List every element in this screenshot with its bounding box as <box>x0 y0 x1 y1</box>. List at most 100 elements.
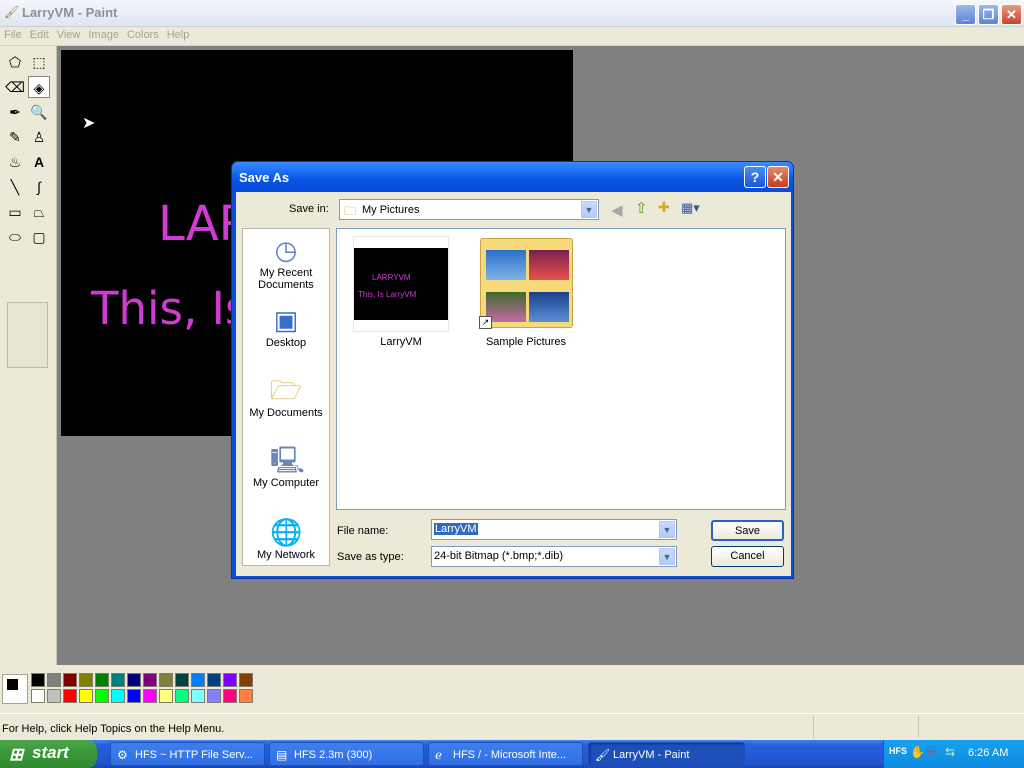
rounded-rect-icon[interactable]: ▢ <box>28 226 50 248</box>
network-tray-icon[interactable]: ⇆ <box>945 745 955 759</box>
save-in-value: My Pictures <box>362 204 420 216</box>
shortcut-arrow-icon: ↗ <box>479 316 492 329</box>
palette-swatch[interactable] <box>127 673 141 687</box>
palette-swatch[interactable] <box>207 689 221 703</box>
folder-thumbnail: ↗ <box>478 236 574 332</box>
palette-swatch[interactable] <box>159 689 173 703</box>
task-hfs-version[interactable]: ▤ HFS 2.3m (300) <box>269 742 424 766</box>
palette-swatch[interactable] <box>175 689 189 703</box>
chevron-down-icon[interactable]: ▼ <box>659 521 675 538</box>
system-tray: HFS ✋ ⛨ ⇆ 6:26 AM <box>883 740 1024 768</box>
hfs-icon: ⚙ <box>117 748 128 762</box>
palette-swatch[interactable] <box>127 689 141 703</box>
place-my-network[interactable]: 🌐 My Network <box>243 517 329 561</box>
rectangle-icon[interactable]: ▭ <box>4 201 26 223</box>
magnifier-icon[interactable]: 🔍 <box>28 101 50 123</box>
help-button[interactable]: ? <box>744 166 766 188</box>
thumbnail-image: LARRYVM This, Is LarryVM <box>354 248 448 320</box>
color-picker-icon[interactable]: ✒ <box>4 101 26 123</box>
save-button[interactable]: Save <box>711 520 784 541</box>
close-button[interactable]: ✕ <box>1001 4 1022 25</box>
palette-swatch[interactable] <box>143 689 157 703</box>
palette-swatch[interactable] <box>47 689 61 703</box>
rect-select-icon[interactable]: ⬚ <box>28 51 50 73</box>
palette-swatch[interactable] <box>95 673 109 687</box>
file-name-label: File name: <box>337 525 389 537</box>
palette-swatch[interactable] <box>207 673 221 687</box>
file-name-input[interactable]: LarryVM ▼ <box>431 519 677 540</box>
chevron-down-icon[interactable]: ▼ <box>581 201 597 218</box>
minimize-button[interactable]: _ <box>955 4 976 25</box>
back-icon[interactable]: ◀ <box>611 201 623 219</box>
place-label: My Recent Documents <box>258 267 314 291</box>
views-menu-icon[interactable]: ▦▾ <box>681 200 700 216</box>
chevron-down-icon[interactable]: ▼ <box>659 548 675 565</box>
palette-swatch[interactable] <box>95 689 109 703</box>
menu-edit[interactable]: Edit <box>26 27 53 43</box>
brush-icon[interactable]: ♙ <box>28 126 50 148</box>
polygon-icon[interactable]: ⏢ <box>28 201 50 223</box>
tool-options-box[interactable] <box>7 302 48 368</box>
palette-swatch[interactable] <box>111 689 125 703</box>
palette-swatch[interactable] <box>239 689 253 703</box>
security-shield-icon[interactable]: ⛨ <box>927 745 936 760</box>
task-label: LarryVM - Paint <box>613 749 690 761</box>
line-icon[interactable]: ╲ <box>4 176 26 198</box>
task-hfs-server[interactable]: ⚙ HFS ~ HTTP File Serv... <box>110 742 265 766</box>
place-my-documents[interactable]: 🗁 My Documents <box>243 375 329 419</box>
file-item-larryvm[interactable]: LARRYVM This, Is LarryVM LarryVM <box>351 236 451 348</box>
palette-swatch[interactable] <box>63 689 77 703</box>
palette-swatch[interactable] <box>47 673 61 687</box>
start-button[interactable]: ⊞ start <box>0 740 97 768</box>
pencil-icon[interactable]: ✎ <box>4 126 26 148</box>
palette-swatch[interactable] <box>159 673 173 687</box>
palette-swatch[interactable] <box>79 689 93 703</box>
palette-swatch[interactable] <box>143 673 157 687</box>
free-select-icon[interactable]: ⬠ <box>4 51 26 73</box>
airbrush-icon[interactable]: ♨ <box>4 151 26 173</box>
palette-swatch[interactable] <box>31 689 45 703</box>
curve-icon[interactable]: ∫ <box>28 176 50 198</box>
hfs-tray-icon[interactable]: HFS <box>889 746 907 756</box>
status-text: For Help, click Help Topics on the Help … <box>2 723 225 735</box>
fill-bucket-icon[interactable]: ◈ <box>28 76 50 98</box>
up-folder-icon[interactable]: ⇧ <box>635 199 648 217</box>
restore-button[interactable]: ❐ <box>978 4 999 25</box>
place-desktop[interactable]: ▣ Desktop <box>243 305 329 349</box>
save-in-select[interactable]: 🗀 My Pictures ▼ <box>339 199 599 220</box>
file-item-sample-pictures[interactable]: ↗ Sample Pictures <box>476 236 576 348</box>
task-internet-explorer[interactable]: ℯ HFS / - Microsoft Inte... <box>428 742 583 766</box>
menu-view[interactable]: View <box>53 27 85 43</box>
current-colors[interactable] <box>2 674 28 704</box>
computer-icon: 🖳 <box>270 445 305 475</box>
palette-swatch[interactable] <box>63 673 77 687</box>
tray-app-icon[interactable]: ✋ <box>910 745 925 759</box>
palette-swatch[interactable] <box>223 673 237 687</box>
palette-swatch[interactable] <box>239 673 253 687</box>
palette-swatch[interactable] <box>111 673 125 687</box>
ellipse-icon[interactable]: ⬭ <box>4 226 26 248</box>
save-type-select[interactable]: 24-bit Bitmap (*.bmp;*.dib) ▼ <box>431 546 677 567</box>
task-paint[interactable]: 🖌 LarryVM - Paint <box>588 742 745 766</box>
new-folder-icon[interactable]: ✚ <box>658 199 670 216</box>
palette-swatch[interactable] <box>31 673 45 687</box>
text-tool-icon[interactable]: A <box>28 151 50 173</box>
palette-swatch[interactable] <box>191 673 205 687</box>
menu-colors[interactable]: Colors <box>123 27 163 43</box>
mouse-pointer-icon: ➤ <box>82 115 96 132</box>
palette-swatch[interactable] <box>223 689 237 703</box>
menu-help[interactable]: Help <box>163 27 194 43</box>
task-label: HFS ~ HTTP File Serv... <box>135 749 253 761</box>
dialog-close-button[interactable]: ✕ <box>767 166 789 188</box>
cancel-button[interactable]: Cancel <box>711 546 784 567</box>
eraser-icon[interactable]: ⌫ <box>4 76 26 98</box>
place-recent-documents[interactable]: ◷ My Recent Documents <box>243 235 329 291</box>
menu-image[interactable]: Image <box>84 27 123 43</box>
file-name-value: LarryVM <box>434 523 478 535</box>
task-label: HFS / - Microsoft Inte... <box>453 749 567 761</box>
menu-file[interactable]: File <box>0 27 26 43</box>
palette-swatch[interactable] <box>191 689 205 703</box>
palette-swatch[interactable] <box>175 673 189 687</box>
palette-swatch[interactable] <box>79 673 93 687</box>
place-my-computer[interactable]: 🖳 My Computer <box>243 445 329 489</box>
